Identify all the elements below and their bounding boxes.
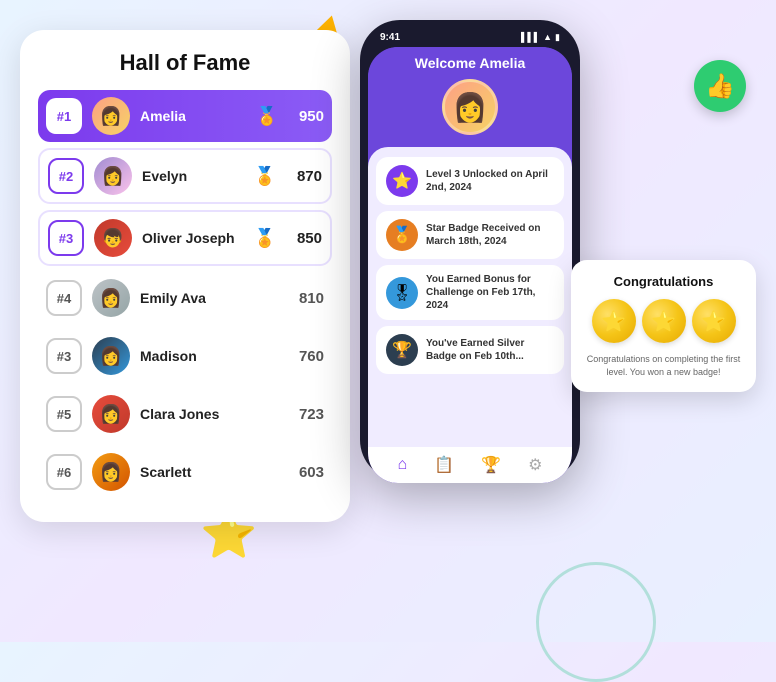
star-coin-3: ⭐ [692, 299, 736, 343]
hof-row-1[interactable]: #1 👩 Amelia 🏅 950 [38, 90, 332, 142]
hof-score-4: 810 [288, 290, 324, 307]
avatar-madison: 👩 [92, 337, 130, 375]
congratulations-card: Congratulations ⭐ ⭐ ⭐ Congratulations on… [571, 260, 756, 392]
thumbs-up-icon: 👍 [705, 72, 735, 101]
activity-icon-3: 🎖 [386, 277, 418, 309]
hof-name-3: Oliver Joseph [142, 230, 244, 246]
star-coin-2: ⭐ [642, 299, 686, 343]
activity-text-4: You've Earned Silver Badge on Feb 10th..… [426, 337, 554, 363]
hof-row-5[interactable]: #3 👩 Madison 760 [38, 330, 332, 382]
medal-1: 🏅 [256, 106, 278, 127]
hof-name-6: Clara Jones [140, 406, 278, 422]
hof-name-2: Evelyn [142, 168, 244, 184]
wifi-icon: ▲ [543, 32, 552, 43]
phone-status-icons: ▌▌▌ ▲ ▮ [521, 32, 560, 43]
rank-badge-4: #4 [46, 280, 82, 316]
hof-score-1: 950 [288, 108, 324, 125]
phone-status-bar: 9:41 ▌▌▌ ▲ ▮ [368, 32, 572, 43]
avatar-oliver: 👦 [94, 219, 132, 257]
phone-time: 9:41 [380, 32, 400, 43]
battery-icon: ▮ [555, 32, 560, 43]
hof-score-2: 870 [286, 168, 322, 185]
congrats-title: Congratulations [585, 274, 742, 289]
thumbs-up-badge: 👍 [694, 60, 746, 112]
nav-leaderboard-icon[interactable]: 📋 [434, 455, 454, 475]
hof-name-4: Emily Ava [140, 290, 278, 306]
congrats-stars-row: ⭐ ⭐ ⭐ [585, 299, 742, 343]
congrats-description: Congratulations on completing the first … [585, 353, 742, 378]
rank-badge-1: #1 [46, 98, 82, 134]
hof-score-5: 760 [288, 348, 324, 365]
hof-name-5: Madison [140, 348, 278, 364]
nav-home-icon[interactable]: ⌂ [398, 456, 408, 474]
hall-of-fame-title: Hall of Fame [38, 50, 332, 76]
phone-activity-feed: ⭐ Level 3 Unlocked on April 2nd, 2024 🏅 … [368, 147, 572, 447]
avatar-clara: 👩 [92, 395, 130, 433]
star-coin-1: ⭐ [592, 299, 636, 343]
phone-welcome-text: Welcome Amelia [415, 55, 526, 71]
phone-nav-bar: ⌂ 📋 🏆 ⚙ [368, 447, 572, 483]
rank-badge-5: #3 [46, 338, 82, 374]
avatar-emily: 👩 [92, 279, 130, 317]
avatar-evelyn: 👩 [94, 157, 132, 195]
activity-item-1[interactable]: ⭐ Level 3 Unlocked on April 2nd, 2024 [376, 157, 564, 205]
phone-header: Welcome Amelia 👩 [368, 47, 572, 147]
medal-2: 🏅 [254, 166, 276, 187]
nav-settings-icon[interactable]: ⚙ [528, 455, 542, 475]
hof-score-6: 723 [288, 406, 324, 423]
activity-text-1: Level 3 Unlocked on April 2nd, 2024 [426, 168, 554, 194]
phone-screen: Welcome Amelia 👩 ⭐ Level 3 Unlocked on A… [368, 47, 572, 483]
activity-item-3[interactable]: 🎖 You Earned Bonus for Challenge on Feb … [376, 265, 564, 320]
medal-3: 🏅 [254, 228, 276, 249]
hof-score-7: 603 [288, 464, 324, 481]
hof-score-3: 850 [286, 230, 322, 247]
avatar-amelia: 👩 [92, 97, 130, 135]
rank-badge-7: #6 [46, 454, 82, 490]
hof-name-7: Scarlett [140, 464, 278, 480]
activity-text-3: You Earned Bonus for Challenge on Feb 17… [426, 273, 554, 312]
hof-name-1: Amelia [140, 108, 246, 124]
bg-circle-decoration [536, 562, 656, 682]
phone-user-avatar: 👩 [442, 79, 498, 135]
activity-icon-2: 🏅 [386, 219, 418, 251]
hof-row-3[interactable]: #3 👦 Oliver Joseph 🏅 850 [38, 210, 332, 266]
hof-row-2[interactable]: #2 👩 Evelyn 🏅 870 [38, 148, 332, 204]
avatar-scarlett: 👩 [92, 453, 130, 491]
hof-row-7[interactable]: #6 👩 Scarlett 603 [38, 446, 332, 498]
activity-text-2: Star Badge Received on March 18th, 2024 [426, 222, 554, 248]
activity-icon-1: ⭐ [386, 165, 418, 197]
phone-mockup: 9:41 ▌▌▌ ▲ ▮ Welcome Amelia 👩 ⭐ Level 3 … [360, 20, 580, 480]
hall-of-fame-card: Hall of Fame #1 👩 Amelia 🏅 950 #2 👩 Evel… [20, 30, 350, 522]
hof-row-6[interactable]: #5 👩 Clara Jones 723 [38, 388, 332, 440]
rank-badge-3: #3 [48, 220, 84, 256]
activity-icon-4: 🏆 [386, 334, 418, 366]
activity-item-2[interactable]: 🏅 Star Badge Received on March 18th, 202… [376, 211, 564, 259]
activity-item-4[interactable]: 🏆 You've Earned Silver Badge on Feb 10th… [376, 326, 564, 374]
signal-icon: ▌▌▌ [521, 32, 540, 43]
nav-trophy-icon[interactable]: 🏆 [481, 455, 501, 475]
rank-badge-6: #5 [46, 396, 82, 432]
rank-badge-2: #2 [48, 158, 84, 194]
hof-row-4[interactable]: #4 👩 Emily Ava 810 [38, 272, 332, 324]
